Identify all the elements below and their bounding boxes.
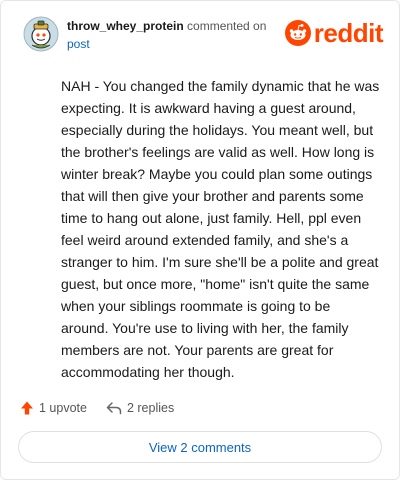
view-comments-button[interactable]: View 2 comments (18, 431, 382, 463)
arrow-up-icon (21, 401, 33, 415)
reddit-wordmark: reddit (313, 18, 384, 48)
post-link[interactable]: post (67, 35, 287, 53)
replies-button[interactable]: 2 replies (105, 400, 174, 416)
snoo-avatar-icon[interactable] (23, 16, 59, 52)
comment-card: throw_whey_protein commented on post red… (0, 0, 400, 480)
reddit-snoo-icon (284, 20, 311, 46)
comment-body: NAH - You changed the family dynamic tha… (61, 78, 380, 380)
username-link[interactable]: throw_whey_protein (67, 19, 184, 33)
commented-on-text: commented on (187, 19, 267, 33)
replies-count: 2 replies (126, 401, 175, 415)
comment-header: throw_whey_protein commented on post red… (15, 13, 387, 57)
reddit-logo[interactable]: reddit (284, 18, 384, 48)
reply-arrow-icon (106, 402, 122, 415)
upvote-count: 1 upvote (39, 401, 87, 415)
comment-actions: 1 upvote 2 replies (19, 397, 174, 419)
comment-meta: throw_whey_protein commented on post (67, 17, 287, 53)
upvote-button[interactable]: 1 upvote (19, 400, 87, 416)
